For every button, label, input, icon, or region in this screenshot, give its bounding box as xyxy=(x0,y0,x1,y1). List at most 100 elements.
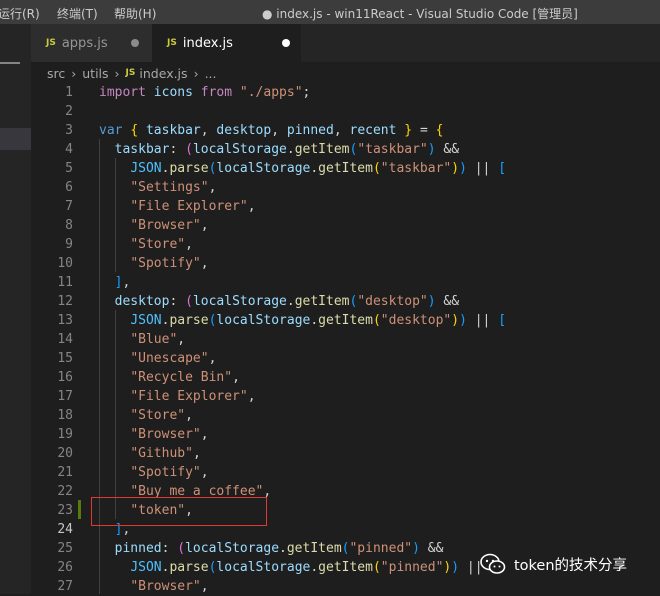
code-line[interactable]: 2 xyxy=(31,102,660,121)
code-line[interactable]: 20 "Github", xyxy=(31,444,660,463)
code-token: : xyxy=(161,541,178,556)
menu-help[interactable]: 帮助(H) xyxy=(114,5,156,22)
line-number: 8 xyxy=(65,218,73,233)
code-token: localStorage xyxy=(192,294,287,309)
code-line[interactable]: 17 "File Explorer", xyxy=(31,387,660,406)
breadcrumb-src[interactable]: src xyxy=(47,66,65,81)
tab-apps-js[interactable]: JS apps.js xyxy=(31,24,152,62)
code-token: , xyxy=(247,389,256,404)
code-token: , xyxy=(247,199,256,214)
code-token: . xyxy=(310,313,319,328)
code-text: "Recycle Bin", xyxy=(99,368,240,387)
watermark-text: token的技术分享 xyxy=(514,557,628,574)
code-line[interactable]: 5 JSON.parse(localStorage.getItem("taskb… xyxy=(31,159,660,178)
line-number: 15 xyxy=(57,351,73,366)
code-line[interactable]: 13 JSON.parse(localStorage.getItem("desk… xyxy=(31,311,660,330)
code-token: . xyxy=(286,294,295,309)
code-line[interactable]: 21 "Spotify", xyxy=(31,463,660,482)
code-token: . xyxy=(286,142,295,157)
tab-label: apps.js xyxy=(61,35,108,51)
unsaved-dot-icon[interactable] xyxy=(282,39,290,47)
code-line[interactable]: 4 taskbar: (localStorage.getItem("taskba… xyxy=(31,140,660,159)
code-line[interactable]: 9 "Store", xyxy=(31,235,660,254)
menu-terminal[interactable]: 终端(T) xyxy=(57,5,98,22)
code-text: ], xyxy=(99,273,131,292)
code-token: "Settings" xyxy=(130,180,209,195)
activity-icon[interactable] xyxy=(0,62,20,64)
chevron-right-icon: › xyxy=(114,65,120,81)
line-number: 10 xyxy=(57,256,73,271)
line-number: 18 xyxy=(57,408,73,423)
menu-run[interactable]: 运行(R) xyxy=(0,5,40,22)
code-token: || xyxy=(466,161,499,176)
code-line[interactable]: 14 "Blue", xyxy=(31,330,660,349)
watermark: token的技术分享 xyxy=(480,551,627,577)
code-token: , xyxy=(271,123,287,138)
code-token: getItem xyxy=(294,294,350,309)
code-token: var xyxy=(99,123,123,138)
breadcrumb-file[interactable]: index.js xyxy=(139,66,187,81)
line-number: 21 xyxy=(57,465,73,480)
line-number: 6 xyxy=(65,180,73,195)
line-number: 16 xyxy=(57,370,73,385)
unsaved-dot-icon[interactable] xyxy=(131,39,139,47)
code-token: } xyxy=(404,123,413,138)
code-token: "Browser" xyxy=(130,218,201,233)
line-number: 2 xyxy=(65,104,73,119)
code-token: pinned xyxy=(114,541,162,556)
code-token: ; xyxy=(302,85,311,100)
line-number: 5 xyxy=(65,161,73,176)
code-line[interactable]: 6 "Settings", xyxy=(31,178,660,197)
code-line[interactable]: 1 import icons from "./apps"; xyxy=(31,83,660,102)
line-number: 13 xyxy=(57,313,73,328)
breadcrumb-more[interactable]: ... xyxy=(205,66,217,81)
breadcrumb-utils[interactable]: utils xyxy=(82,66,108,81)
tab-index-js[interactable]: JS index.js xyxy=(152,24,301,62)
code-token: "Recycle Bin" xyxy=(130,370,233,385)
code-token: taskbar xyxy=(145,123,201,138)
code-line[interactable]: 11 ], xyxy=(31,273,660,292)
code-token: , xyxy=(208,180,217,195)
code-token: "Store" xyxy=(130,408,186,423)
line-number: 22 xyxy=(57,484,73,499)
code-line[interactable]: 8 "Browser", xyxy=(31,216,660,235)
code-text: "Browser", xyxy=(99,577,208,596)
code-token: || xyxy=(466,313,499,328)
code-token: : xyxy=(169,294,186,309)
code-line[interactable]: 15 "Unescape", xyxy=(31,349,660,368)
code-text: JSON.parse(localStorage.getItem("pinned"… xyxy=(99,558,498,577)
code-text: "Spotify", xyxy=(99,463,209,482)
code-line[interactable]: 19 "Browser", xyxy=(31,425,660,444)
code-text: "Settings", xyxy=(99,178,216,197)
code-token: "pinned" xyxy=(349,541,413,556)
sidebar-active-item[interactable] xyxy=(0,128,31,150)
code-token: "Store" xyxy=(130,237,186,252)
code-token: "taskbar" xyxy=(380,161,452,176)
code-token: , xyxy=(232,370,240,385)
code-line[interactable]: 7 "File Explorer", xyxy=(31,197,660,216)
code-token: , xyxy=(333,123,350,138)
code-line[interactable]: 12 desktop: (localStorage.getItem("deskt… xyxy=(31,292,660,311)
code-line[interactable]: 10 "Spotify", xyxy=(31,254,660,273)
code-token: , xyxy=(200,123,217,138)
code-line[interactable]: 18 "Store", xyxy=(31,406,660,425)
code-token: "File Explorer" xyxy=(130,389,248,404)
code-token: ( xyxy=(372,560,381,575)
code-line[interactable]: 16 "Recycle Bin", xyxy=(31,368,660,387)
code-token: ( xyxy=(185,142,193,157)
code-token: . xyxy=(310,161,319,176)
code-token: JSON xyxy=(130,161,162,176)
code-line[interactable]: 27 "Browser", xyxy=(31,577,660,596)
code-token: "File Explorer" xyxy=(130,199,248,214)
code-token: , xyxy=(200,465,209,480)
code-line[interactable]: 3 var { taskbar, desktop, pinned, recent … xyxy=(31,121,660,140)
code-token: "Spotify" xyxy=(130,256,201,271)
code-token: "pinned" xyxy=(380,560,444,575)
code-text: taskbar: (localStorage.getItem("taskbar"… xyxy=(99,140,459,159)
